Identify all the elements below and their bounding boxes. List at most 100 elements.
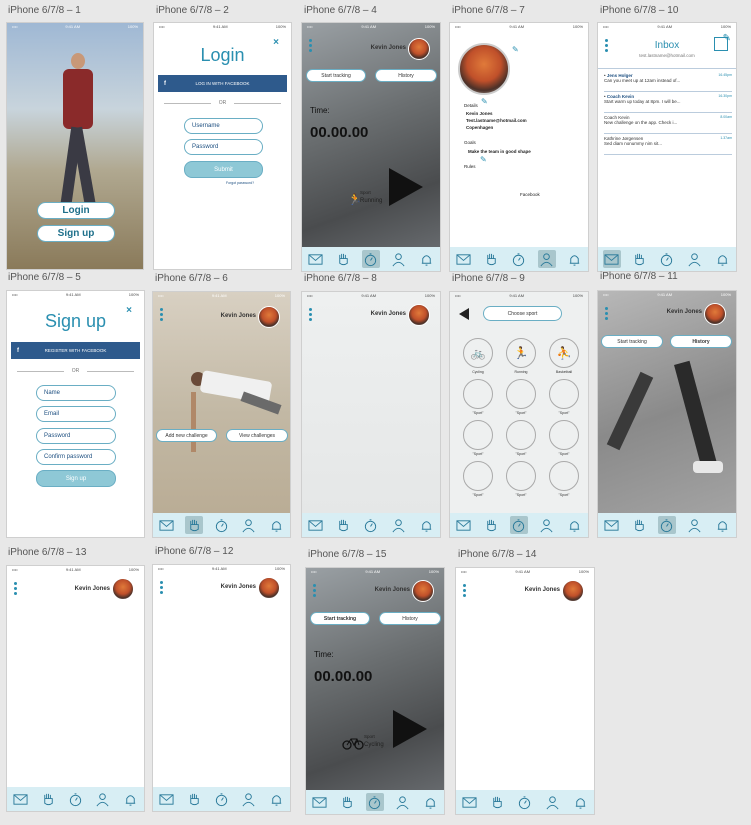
- play-icon[interactable]: [389, 168, 423, 206]
- sport-option[interactable]: 🏃: [506, 338, 536, 368]
- history-tab[interactable]: History: [375, 69, 437, 82]
- username-field[interactable]: Username: [184, 118, 263, 134]
- avatar[interactable]: [408, 304, 430, 326]
- history-tab[interactable]: History: [379, 612, 441, 625]
- tab-profile[interactable]: [94, 790, 112, 808]
- tab-mail[interactable]: [455, 516, 473, 534]
- avatar[interactable]: [412, 580, 434, 602]
- tab-profile[interactable]: [686, 250, 704, 268]
- tab-challenges[interactable]: [630, 516, 648, 534]
- sport-option[interactable]: 🚲: [463, 338, 493, 368]
- signup-submit-button[interactable]: Sign up: [36, 470, 116, 487]
- tab-profile[interactable]: [390, 516, 408, 534]
- avatar[interactable]: [112, 578, 134, 600]
- start-tracking-tab[interactable]: Start tracking: [601, 335, 663, 348]
- menu-icon[interactable]: [160, 581, 163, 596]
- view-challenges-button[interactable]: View challenges: [226, 429, 288, 442]
- choose-sport-button[interactable]: Choose sport: [483, 306, 562, 321]
- menu-icon[interactable]: [309, 308, 312, 323]
- sport-option[interactable]: [549, 420, 579, 450]
- tab-tracking[interactable]: [66, 790, 84, 808]
- tab-tracking[interactable]: [362, 516, 380, 534]
- tab-profile[interactable]: [686, 516, 704, 534]
- message-item[interactable]: • Jens Holger Can you meet up at 12am ins…: [604, 73, 732, 92]
- start-tracking-tab[interactable]: Start tracking: [306, 69, 366, 82]
- sport-option[interactable]: [549, 461, 579, 491]
- tab-notifications[interactable]: [267, 516, 285, 534]
- name-field[interactable]: Name: [36, 385, 116, 401]
- tab-profile[interactable]: [390, 250, 408, 268]
- tab-profile[interactable]: [394, 793, 412, 811]
- menu-icon[interactable]: [14, 582, 17, 597]
- tab-tracking[interactable]: [510, 250, 528, 268]
- facebook-login-button[interactable]: f LOG IN WITH FACEBOOK: [158, 75, 287, 92]
- sport-option[interactable]: ⛹: [549, 338, 579, 368]
- tab-notifications[interactable]: [267, 790, 285, 808]
- confirm-password-field[interactable]: Confirm password: [36, 449, 116, 465]
- sport-option[interactable]: [506, 379, 536, 409]
- email-field[interactable]: Email: [36, 406, 116, 422]
- tab-mail[interactable]: [158, 516, 176, 534]
- tab-challenges[interactable]: [488, 793, 506, 811]
- tab-profile[interactable]: [240, 790, 258, 808]
- login-button[interactable]: Login: [37, 202, 115, 219]
- tab-notifications[interactable]: [417, 516, 435, 534]
- edit-photo-icon[interactable]: ✎: [512, 45, 519, 54]
- tab-notifications[interactable]: [571, 793, 589, 811]
- tab-tracking[interactable]: [658, 250, 676, 268]
- tab-profile[interactable]: [537, 250, 556, 268]
- sport-option[interactable]: [463, 379, 493, 409]
- tab-challenges[interactable]: [630, 250, 648, 268]
- tab-notifications[interactable]: [417, 250, 435, 268]
- tab-notifications[interactable]: [713, 250, 731, 268]
- tab-mail[interactable]: [307, 250, 325, 268]
- start-tracking-tab[interactable]: Start tracking: [310, 612, 370, 625]
- add-challenge-button[interactable]: Add new challenge: [156, 429, 217, 442]
- avatar[interactable]: [258, 306, 280, 328]
- password-field[interactable]: Password: [184, 139, 263, 155]
- avatar[interactable]: [258, 577, 280, 599]
- tab-mail[interactable]: [311, 793, 329, 811]
- tab-profile[interactable]: [240, 516, 258, 534]
- tab-challenges[interactable]: [334, 516, 352, 534]
- edit-details-icon[interactable]: ✎: [481, 97, 488, 106]
- avatar[interactable]: [562, 580, 584, 602]
- message-item[interactable]: Kathrine Jørgensen Sed diam nonummy nim s…: [604, 136, 732, 155]
- tab-mail[interactable]: [602, 250, 621, 268]
- tab-tracking[interactable]: [516, 793, 534, 811]
- password-field[interactable]: Password: [36, 428, 116, 444]
- submit-button[interactable]: Submit: [184, 161, 263, 178]
- tab-notifications[interactable]: [565, 250, 583, 268]
- sport-option[interactable]: [549, 379, 579, 409]
- menu-icon[interactable]: [313, 584, 316, 599]
- tab-challenges[interactable]: [185, 516, 204, 534]
- menu-icon[interactable]: [605, 307, 608, 322]
- sport-option[interactable]: [463, 420, 493, 450]
- tab-notifications[interactable]: [121, 790, 139, 808]
- sport-option[interactable]: [506, 420, 536, 450]
- tab-challenges[interactable]: [334, 250, 352, 268]
- sport-option[interactable]: [506, 461, 536, 491]
- tab-tracking[interactable]: [509, 516, 528, 534]
- facebook-link[interactable]: Facebook: [520, 192, 540, 197]
- tab-challenges[interactable]: [482, 516, 500, 534]
- history-tab[interactable]: History: [670, 335, 732, 348]
- tab-tracking[interactable]: [212, 516, 230, 534]
- edit-goals-icon[interactable]: ✎: [480, 155, 487, 164]
- message-item[interactable]: Coach Kevin New challenge on the app. Che…: [604, 115, 732, 134]
- menu-icon[interactable]: [160, 308, 163, 323]
- tab-challenges[interactable]: [185, 790, 203, 808]
- message-item[interactable]: • Coach Kevin Start warm up today at 8pm.…: [604, 94, 732, 113]
- menu-icon[interactable]: [463, 584, 466, 599]
- tab-tracking[interactable]: [657, 516, 676, 534]
- menu-icon[interactable]: [309, 39, 312, 54]
- tab-profile[interactable]: [538, 516, 556, 534]
- avatar[interactable]: [704, 303, 726, 325]
- tab-mail[interactable]: [158, 790, 176, 808]
- tab-tracking[interactable]: [365, 793, 384, 811]
- tab-challenges[interactable]: [482, 250, 500, 268]
- avatar[interactable]: [408, 38, 430, 60]
- tab-challenges[interactable]: [39, 790, 57, 808]
- tab-notifications[interactable]: [713, 516, 731, 534]
- tab-tracking[interactable]: [361, 250, 380, 268]
